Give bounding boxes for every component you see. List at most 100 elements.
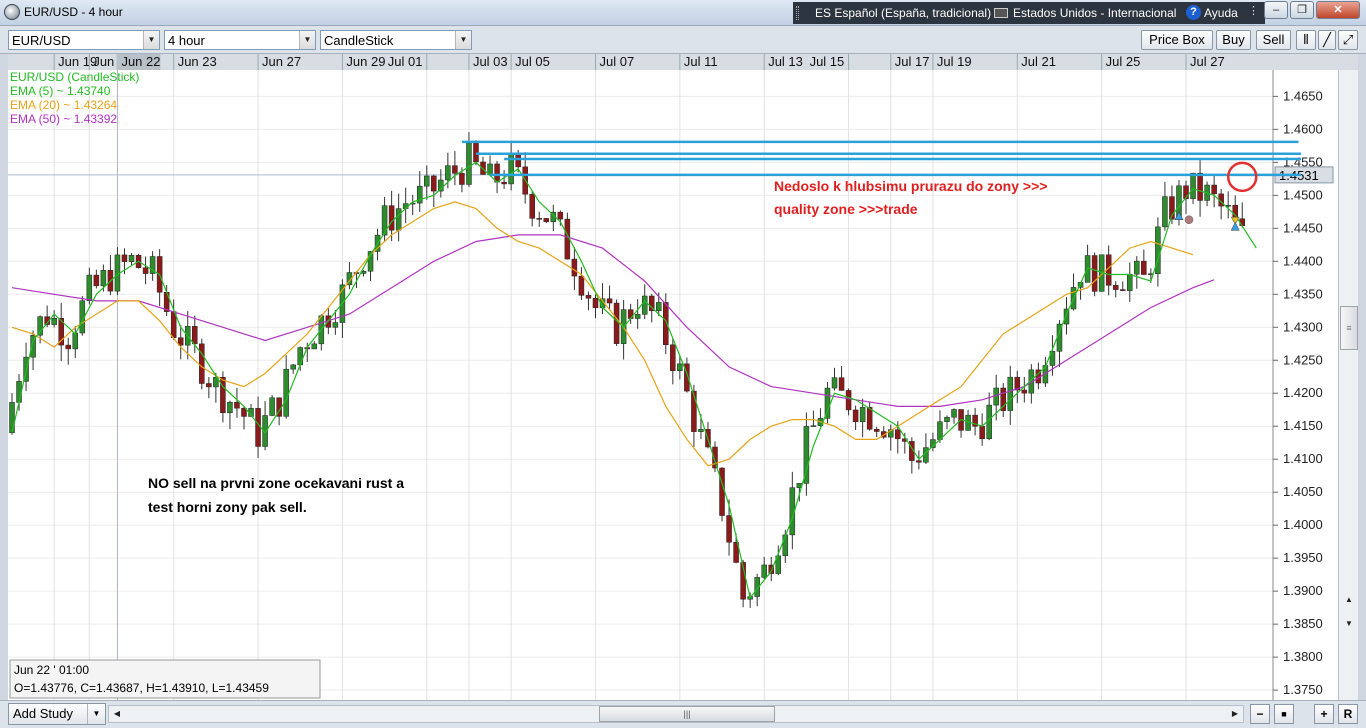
vertical-scroll-thumb[interactable]: ≡ — [1340, 306, 1358, 350]
help-button[interactable]: Ayuda — [1204, 6, 1238, 20]
x-tick-label: Jun 27 — [262, 54, 301, 69]
zoom-in-button[interactable]: + — [1314, 704, 1334, 724]
scroll-right-icon[interactable]: ▶ — [1227, 706, 1243, 722]
scroll-down-icon[interactable]: ▼ — [1341, 616, 1357, 632]
zone-lines[interactable] — [461, 140, 1301, 177]
horizontal-scroll-thumb[interactable]: ||| — [599, 706, 775, 722]
symbol-select[interactable]: EUR/USD ▼ — [8, 30, 160, 50]
highlight-circle — [1227, 161, 1258, 193]
candle-body — [297, 347, 303, 366]
candle-body — [388, 205, 395, 231]
legend: EUR/USD (CandleStick) EMA (5) ~ 1.43740 … — [10, 70, 139, 126]
language-selector[interactable]: ES Español (España, tradicional) — [815, 6, 991, 20]
scroll-left-icon[interactable]: ◀ — [109, 706, 125, 722]
x-tick-label: Jul 13 — [768, 54, 803, 69]
candle-body — [852, 409, 859, 423]
candle-body — [1232, 204, 1238, 219]
candle-body — [951, 409, 957, 418]
x-tick-label: Jun 19 — [58, 54, 97, 69]
restore-button[interactable]: ❐ — [1290, 1, 1314, 19]
y-tick-label: 1.4050 — [1283, 484, 1323, 499]
chevron-down-icon[interactable]: ▼ — [143, 31, 159, 49]
y-tick-label: 1.4100 — [1283, 451, 1323, 466]
help-icon[interactable]: ? — [1186, 5, 1201, 20]
candle-body — [571, 258, 578, 277]
candle-body — [445, 165, 451, 181]
candle-body — [1007, 376, 1014, 411]
candle-body — [199, 343, 205, 384]
minimize-button[interactable]: – — [1264, 1, 1288, 19]
add-study-button[interactable]: Add Study ▼ — [8, 703, 106, 725]
candle-body — [592, 297, 599, 309]
scroll-up-icon[interactable]: ▲ — [1341, 592, 1357, 608]
vertical-scrollbar[interactable]: ▲ ▼ ≡ — [1338, 70, 1358, 700]
buy-button[interactable]: Buy — [1216, 30, 1251, 50]
candle-body — [206, 383, 212, 388]
grip-icon[interactable] — [796, 6, 799, 20]
horizontal-scrollbar[interactable]: ◀ ||| ▶ — [108, 705, 1244, 723]
annotation-line-2: quality zone >>>trade — [774, 201, 918, 217]
chart-area[interactable]: Jun 19Jun 21Jun 22Jun 23Jun 27Jun 29Jul … — [8, 54, 1358, 700]
title-bar: EUR/USD - 4 hour ES Español (España, tra… — [0, 0, 1366, 26]
y-tick-label: 1.3800 — [1283, 649, 1323, 664]
annotation-line-4: test horni zony pak sell. — [148, 499, 307, 515]
chevron-down-icon[interactable]: ▼ — [87, 704, 105, 724]
candle-body — [979, 426, 985, 440]
candle-body — [283, 368, 289, 417]
legend-ema5: EMA (5) ~ 1.43740 — [10, 84, 111, 98]
candle-body — [290, 364, 296, 370]
chart-style-value: CandleStick — [324, 33, 394, 48]
x-tick-label: Jul 03 — [473, 54, 508, 69]
candle-body — [128, 255, 135, 262]
info-date: Jun 22 ' 01:00 — [14, 663, 89, 677]
reset-zoom-icon[interactable]: ■ — [1274, 704, 1294, 724]
ema50-line — [11, 234, 1215, 407]
candle-body — [613, 302, 620, 344]
x-tick-label: Jul 19 — [937, 54, 972, 69]
draw-line-icon[interactable]: ╱ — [1318, 30, 1336, 50]
x-tick-label: Jul 07 — [599, 54, 634, 69]
candle-body — [65, 344, 71, 350]
symbol-value: EUR/USD — [12, 33, 71, 48]
keyboard-layout-selector[interactable]: Estados Unidos - Internacional — [1013, 6, 1176, 20]
candle-body — [508, 152, 514, 185]
candle-body — [1091, 255, 1098, 292]
bottom-bar: Add Study ▼ ◀ ||| ▶ − ■ + R — [0, 700, 1366, 728]
candle-body — [51, 318, 57, 325]
reset-scale-button[interactable]: R — [1338, 704, 1358, 724]
signal-dot-icon — [1184, 215, 1194, 224]
chevron-down-icon[interactable]: ▼ — [455, 31, 471, 49]
y-tick-label: 1.3850 — [1283, 616, 1323, 631]
legend-symbol: EUR/USD (CandleStick) — [10, 70, 139, 84]
candle-body — [634, 314, 641, 319]
entry-signal-icon — [1230, 221, 1240, 231]
candle-body — [220, 377, 226, 414]
interval-select[interactable]: 4 hour ▼ — [164, 30, 316, 50]
candle-body — [578, 275, 585, 296]
annotation-bottom-left: NO sell na prvni zone ocekavani rust a t… — [148, 475, 404, 515]
indicator-tool-icon[interactable]: ⫴ — [1296, 30, 1316, 50]
candle-body — [121, 254, 128, 262]
chart-style-select[interactable]: CandleStick ▼ — [320, 30, 472, 50]
candle-body — [311, 343, 318, 350]
zoom-out-button[interactable]: − — [1250, 704, 1270, 724]
candle-body — [1134, 260, 1140, 275]
language-bar-options-icon[interactable]: ⋮ — [1248, 4, 1259, 17]
candle-body — [698, 429, 704, 432]
app-window: EUR/USD - 4 hour ES Español (España, tra… — [0, 0, 1366, 728]
fullscreen-icon[interactable]: ⤢ — [1338, 30, 1358, 50]
chevron-down-icon[interactable]: ▼ — [299, 31, 315, 49]
price-box-button[interactable]: Price Box — [1141, 30, 1213, 50]
y-tick-label: 1.3750 — [1283, 682, 1323, 697]
sell-button[interactable]: Sell — [1256, 30, 1291, 50]
candle-body — [100, 270, 107, 287]
candle-body — [424, 175, 430, 187]
y-tick-label: 1.4400 — [1283, 253, 1323, 268]
candle-body — [866, 407, 873, 430]
candle-body — [1190, 172, 1196, 199]
candlestick-chart[interactable]: Jun 19Jun 21Jun 22Jun 23Jun 27Jun 29Jul … — [8, 54, 1358, 700]
candle-body — [395, 208, 402, 231]
candle-body — [1141, 260, 1147, 275]
close-button[interactable]: ✕ — [1316, 1, 1360, 19]
annotation-top-right: Nedoslo k hlubsimu prurazu do zony >>> q… — [774, 178, 1047, 217]
